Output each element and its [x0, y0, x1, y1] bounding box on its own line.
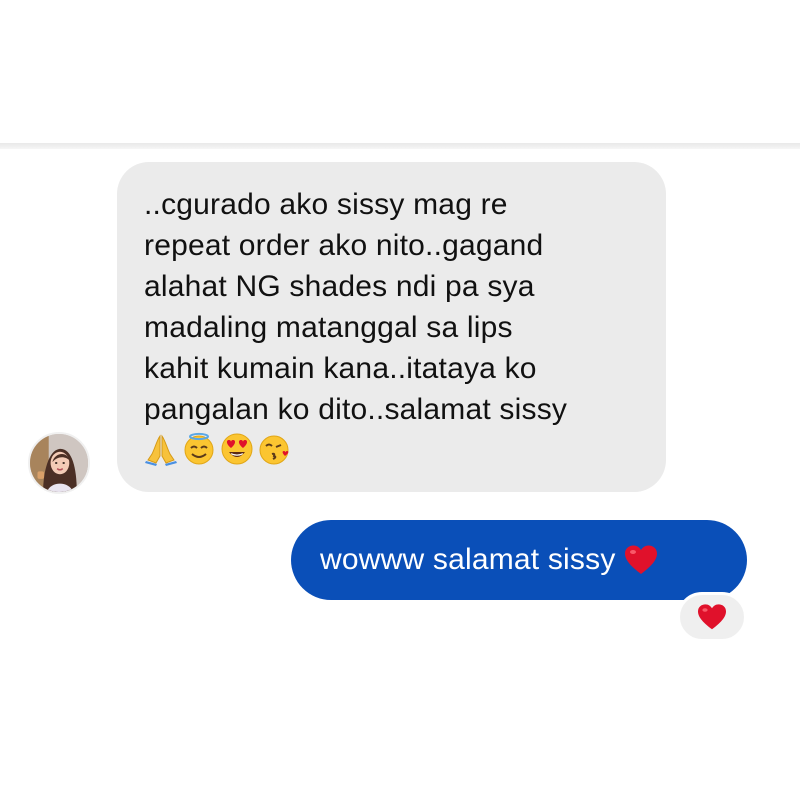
message-line: repeat order ako nito..gagand: [144, 229, 544, 262]
message-emoji-row: [144, 432, 642, 466]
message-line: alahat NG shades ndi pa sya: [144, 270, 535, 303]
outgoing-message-text: wowww salamat sissy: [320, 543, 616, 576]
red-heart-icon: [698, 604, 726, 630]
smiling-face-with-halo-icon: [182, 432, 216, 466]
outgoing-message-bubble[interactable]: wowww salamat sissy: [291, 520, 747, 600]
sender-avatar[interactable]: [28, 432, 90, 494]
incoming-message-bubble[interactable]: ..cgurado ako sissy mag re repeat order …: [117, 162, 666, 492]
message-line: pangalan ko dito..salamat sissy: [144, 393, 568, 426]
red-heart-icon: [624, 544, 658, 576]
chat-view: ..cgurado ako sissy mag re repeat order …: [0, 0, 800, 800]
heart-eyes-icon: [220, 432, 254, 466]
face-blowing-kiss-icon: [258, 432, 292, 466]
message-line: kahit kumain kana..itataya ko: [144, 352, 537, 385]
header-divider: [0, 143, 800, 149]
message-reaction[interactable]: [677, 592, 747, 642]
avatar-photo-icon: [30, 434, 88, 492]
folded-hands-icon: [144, 432, 178, 466]
message-line: madaling matanggal sa lips: [144, 311, 513, 344]
message-line: ..cgurado ako sissy mag re: [144, 188, 508, 221]
